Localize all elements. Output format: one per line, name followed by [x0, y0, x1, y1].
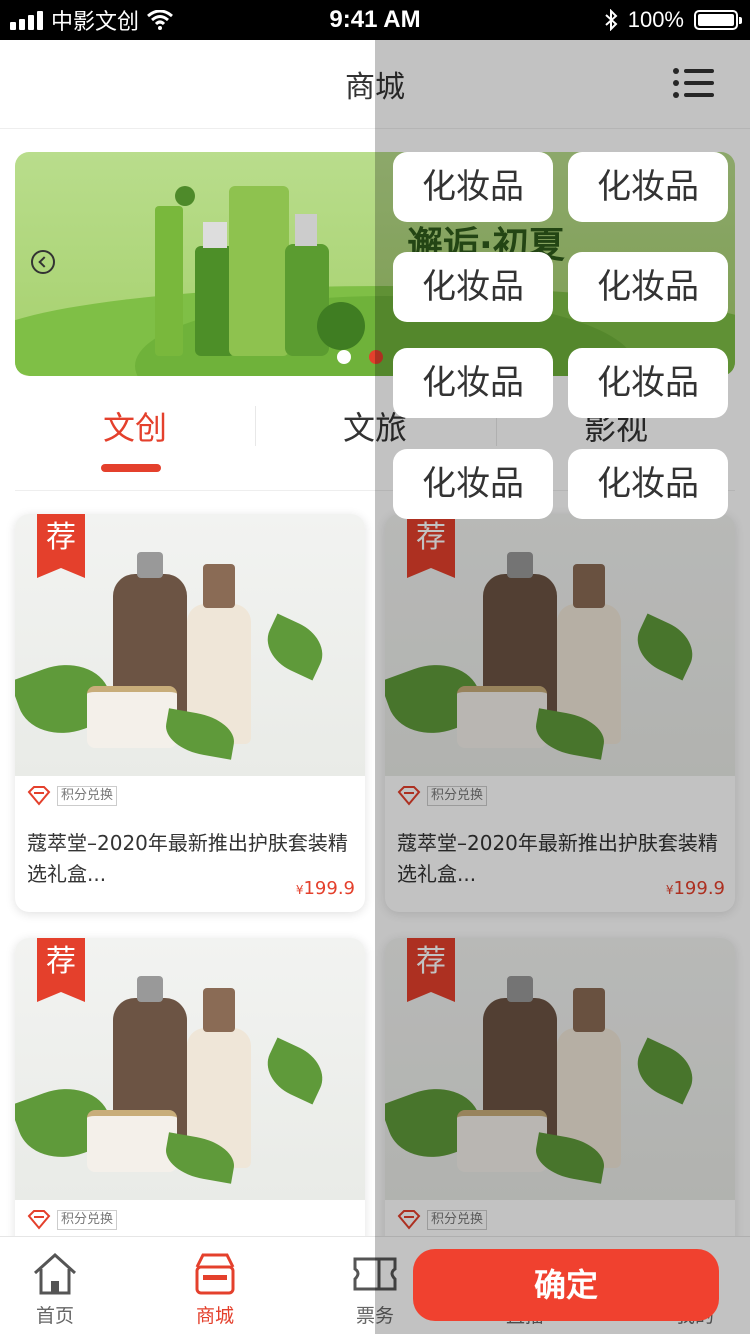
confirm-button[interactable]: 确定 — [413, 1249, 719, 1321]
product-card[interactable]: 荐 积分兑换 蔻萃堂–2020年最新推出护肤套装精选礼盒... ¥199.9 — [15, 514, 365, 912]
shop-icon — [195, 1253, 235, 1295]
diamond-icon — [27, 1210, 51, 1230]
tab-active-indicator — [101, 464, 161, 472]
filter-option[interactable]: 化妆品 — [393, 348, 553, 418]
tabbar-item-shop[interactable]: 商城 — [160, 1237, 270, 1335]
filter-overlay[interactable]: 化妆品 化妆品 化妆品 化妆品 化妆品 化妆品 化妆品 化妆品 — [375, 40, 750, 1334]
carousel-prev-icon[interactable] — [31, 250, 55, 274]
points-exchange-tag: 积分兑换 — [57, 1210, 118, 1230]
recommend-badge: 荐 — [37, 514, 85, 578]
carousel-dot-1[interactable] — [337, 350, 351, 364]
filter-option[interactable]: 化妆品 — [568, 449, 728, 519]
filter-option[interactable]: 化妆品 — [568, 252, 728, 322]
home-icon — [33, 1252, 77, 1295]
battery-icon — [694, 10, 742, 30]
filter-option[interactable]: 化妆品 — [568, 152, 728, 222]
recommend-badge: 荐 — [37, 938, 85, 1002]
filter-option[interactable]: 化妆品 — [393, 449, 553, 519]
battery-percent: 100% — [627, 7, 684, 32]
filter-option[interactable]: 化妆品 — [568, 348, 728, 418]
diamond-icon — [27, 786, 51, 806]
filter-option[interactable]: 化妆品 — [393, 252, 553, 322]
banner-product-image — [155, 186, 365, 356]
tab-wenchuang[interactable]: 文创 — [15, 392, 255, 490]
product-card[interactable]: 荐 积分兑换 — [15, 938, 365, 1278]
status-bar: 中影文创 9:41 AM 100% — [0, 0, 750, 40]
bluetooth-icon — [605, 9, 618, 31]
filter-option[interactable]: 化妆品 — [393, 152, 553, 222]
tabbar-item-home[interactable]: 首页 — [0, 1237, 110, 1335]
product-price: ¥199.9 — [295, 878, 355, 899]
points-exchange-tag: 积分兑换 — [57, 786, 118, 806]
